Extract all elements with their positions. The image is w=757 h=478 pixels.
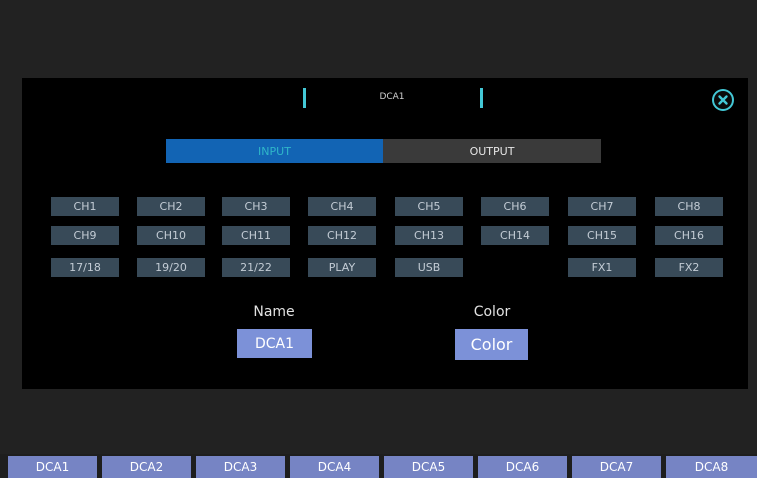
dca-button-1[interactable]: DCA1 (8, 456, 97, 478)
dca-bar: DCA1 DCA2 DCA3 DCA4 DCA5 DCA6 DCA7 DCA8 (0, 454, 757, 478)
channel-button-ch1[interactable]: CH1 (51, 197, 119, 216)
color-label: Color (473, 304, 511, 320)
channel-button-usb[interactable]: USB (395, 258, 463, 277)
channel-button-ch6[interactable]: CH6 (481, 197, 549, 216)
color-picker-button[interactable]: Color (455, 329, 528, 360)
dca-button-8[interactable]: DCA8 (666, 456, 757, 478)
dca-button-3[interactable]: DCA3 (196, 456, 285, 478)
title-accent-left (303, 88, 306, 108)
channel-button-ch8[interactable]: CH8 (655, 197, 723, 216)
channel-button-ch14[interactable]: CH14 (481, 226, 549, 245)
channel-button-play[interactable]: PLAY (308, 258, 376, 277)
tab-output[interactable]: OUTPUT (383, 139, 601, 163)
channel-button-19-20[interactable]: 19/20 (137, 258, 205, 277)
dca-button-6[interactable]: DCA6 (478, 456, 567, 478)
channel-button-ch3[interactable]: CH3 (222, 197, 290, 216)
dca-button-4[interactable]: DCA4 (290, 456, 379, 478)
channel-button-ch2[interactable]: CH2 (137, 197, 205, 216)
dca-settings-dialog: DCA1 INPUT OUTPUT CH1 CH2 CH3 CH4 CH5 CH… (22, 78, 748, 389)
channel-button-ch11[interactable]: CH11 (222, 226, 290, 245)
channel-button-ch5[interactable]: CH5 (395, 197, 463, 216)
channel-button-21-22[interactable]: 21/22 (222, 258, 290, 277)
dialog-title: DCA1 (379, 92, 405, 102)
title-accent-right (480, 88, 483, 108)
dca-button-5[interactable]: DCA5 (384, 456, 473, 478)
channel-button-fx2[interactable]: FX2 (655, 258, 723, 277)
close-icon (714, 91, 732, 109)
channel-button-fx1[interactable]: FX1 (568, 258, 636, 277)
tab-input[interactable]: INPUT (166, 139, 383, 163)
dca-button-2[interactable]: DCA2 (102, 456, 191, 478)
channel-button-ch16[interactable]: CH16 (655, 226, 723, 245)
channel-button-ch4[interactable]: CH4 (308, 197, 376, 216)
channel-button-ch12[interactable]: CH12 (308, 226, 376, 245)
channel-button-ch7[interactable]: CH7 (568, 197, 636, 216)
name-label: Name (253, 304, 295, 320)
channel-button-ch10[interactable]: CH10 (137, 226, 205, 245)
channel-button-ch15[interactable]: CH15 (568, 226, 636, 245)
channel-button-ch13[interactable]: CH13 (395, 226, 463, 245)
channel-button-17-18[interactable]: 17/18 (51, 258, 119, 277)
name-input[interactable]: DCA1 (237, 329, 312, 358)
channel-button-ch9[interactable]: CH9 (51, 226, 119, 245)
close-button[interactable] (712, 89, 734, 111)
dca-button-7[interactable]: DCA7 (572, 456, 661, 478)
